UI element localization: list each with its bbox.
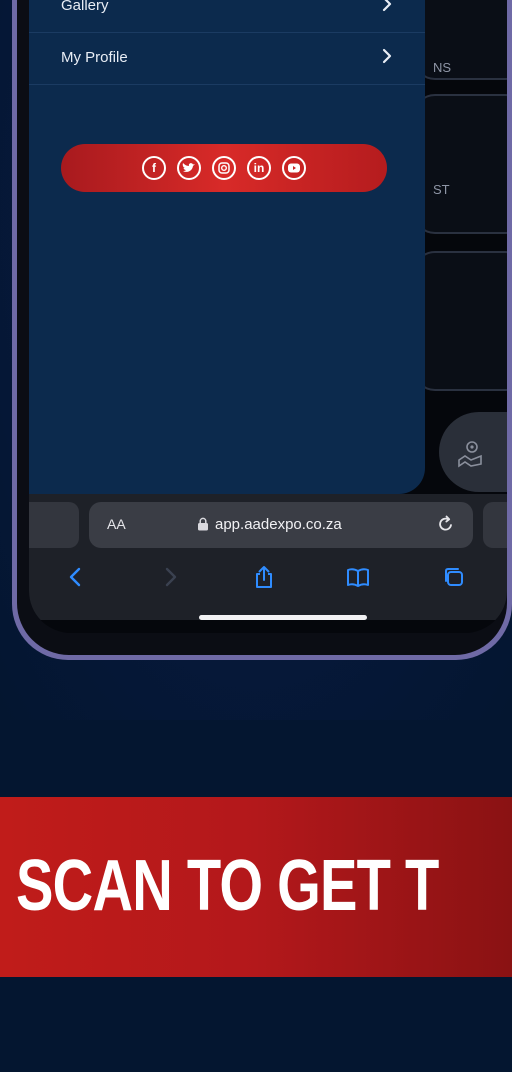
- map-button[interactable]: [439, 412, 507, 492]
- app-tile[interactable]: NS: [413, 0, 507, 80]
- back-arrow-icon[interactable]: [63, 564, 89, 590]
- tabs-icon[interactable]: [441, 564, 467, 590]
- phone-screen: NS ST Gallery My Profile f in AA app.aad…: [29, 0, 507, 633]
- app-tile[interactable]: [413, 251, 507, 391]
- promo-banner: SCAN TO GET T: [0, 797, 512, 977]
- twitter-icon[interactable]: [177, 156, 201, 180]
- next-tab-preview[interactable]: [483, 502, 507, 548]
- home-indicator[interactable]: [199, 615, 367, 620]
- youtube-icon[interactable]: [282, 156, 306, 180]
- instagram-icon[interactable]: [212, 156, 236, 180]
- reload-icon[interactable]: [435, 513, 457, 535]
- menu-item-my-profile[interactable]: My Profile: [29, 32, 425, 85]
- lock-icon: [198, 517, 208, 531]
- social-links-bar: f in: [61, 144, 387, 192]
- previous-tab-preview[interactable]: [29, 502, 79, 548]
- menu-item-gallery[interactable]: Gallery: [29, 0, 425, 33]
- menu-item-label: My Profile: [61, 49, 128, 66]
- forward-arrow-icon[interactable]: [157, 564, 183, 590]
- facebook-icon[interactable]: f: [142, 156, 166, 180]
- tile-label: NS: [433, 60, 452, 75]
- browser-toolbar: AA app.aadexpo.co.za: [29, 494, 507, 620]
- url-text: app.aadexpo.co.za: [215, 516, 342, 533]
- phone-frame: NS ST Gallery My Profile f in AA app.aad…: [12, 0, 512, 660]
- phone-bezel: NS ST Gallery My Profile f in AA app.aad…: [17, 0, 507, 655]
- banner-headline: SCAN TO GET T: [16, 846, 439, 926]
- text-size-button[interactable]: AA: [107, 516, 126, 532]
- chevron-right-icon: [382, 48, 392, 64]
- share-icon[interactable]: [251, 564, 277, 590]
- chevron-right-icon: [382, 0, 392, 12]
- tile-label: ST: [433, 182, 450, 197]
- menu-item-label: Gallery: [61, 0, 109, 14]
- address-bar[interactable]: AA app.aadexpo.co.za: [89, 502, 473, 548]
- bookmarks-icon[interactable]: [345, 564, 371, 590]
- linkedin-icon[interactable]: in: [247, 156, 271, 180]
- app-tile[interactable]: ST: [413, 94, 507, 234]
- map-icon: [458, 441, 482, 468]
- side-menu: Gallery My Profile f in: [29, 0, 425, 494]
